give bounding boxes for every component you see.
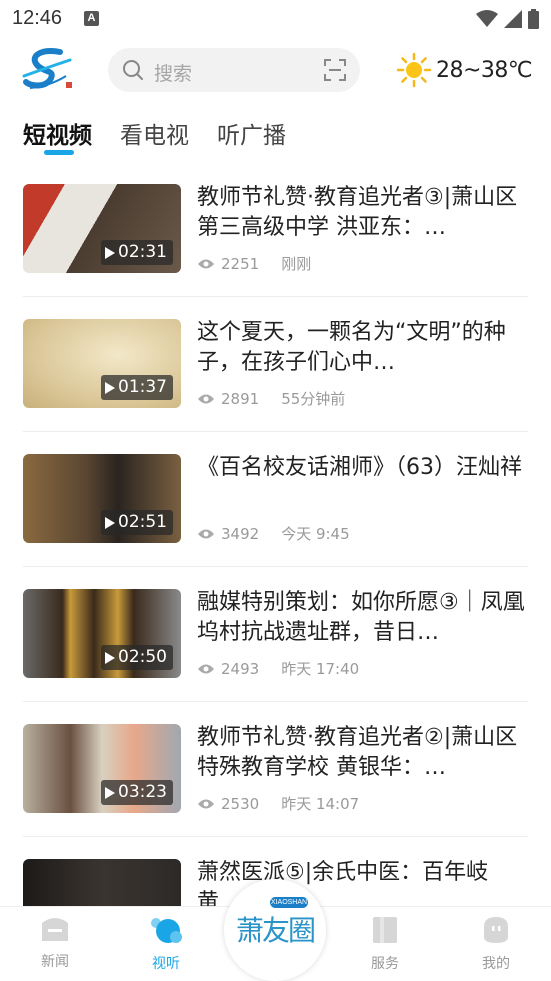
publish-time: 昨天 14:07 <box>281 795 360 813</box>
publish-time: 昨天 17:40 <box>281 660 360 678</box>
status-icons <box>476 8 539 30</box>
eye-icon <box>198 259 214 268</box>
nav-mine[interactable]: 我的 <box>456 915 536 973</box>
xiaoyouquan-button[interactable]: XIAOSHAN 萧友圈 <box>224 879 326 981</box>
play-icon <box>105 516 115 529</box>
duration-badge: 01:37 <box>101 375 173 400</box>
battery-icon <box>528 9 539 29</box>
video-thumbnail[interactable]: 02:51 <box>23 454 181 543</box>
video-thumbnail[interactable]: 02:50 <box>23 589 181 678</box>
video-title[interactable]: 融媒特别策划：如你所愿③｜凤凰坞村抗战遗址群，昔日… <box>197 588 532 648</box>
signal-icon <box>504 10 522 28</box>
video-thumbnail[interactable]: 03:23 <box>23 724 181 813</box>
view-count: 2493 <box>221 659 260 678</box>
video-thumbnail[interactable]: 02:31 <box>23 184 181 273</box>
eye-icon <box>198 394 214 403</box>
sun-icon <box>396 52 432 88</box>
eye-icon <box>198 529 214 538</box>
publish-time: 今天 9:45 <box>281 525 350 543</box>
tab-tv[interactable]: 看电视 <box>120 116 189 150</box>
duration-text: 02:31 <box>118 242 167 262</box>
play-icon <box>105 651 115 664</box>
video-meta: 2493 昨天 17:40 <box>197 658 359 679</box>
video-title[interactable]: 《百名校友话湘师》（63）汪灿祥 <box>197 453 532 483</box>
nav-service-label: 服务 <box>371 956 399 972</box>
search-placeholder: 搜索 <box>154 63 193 85</box>
center-badge: XIAOSHAN <box>270 897 308 908</box>
video-item[interactable]: 02:50 融媒特别策划：如你所愿③｜凤凰坞村抗战遗址群，昔日… 2493 昨天… <box>0 567 551 702</box>
duration-text: 02:51 <box>118 512 167 532</box>
nav-service[interactable]: 服务 <box>345 915 425 973</box>
view-count: 3492 <box>221 524 260 543</box>
video-title[interactable]: 这个夏天，一颗名为“文明”的种子，在孩子们心中… <box>197 318 532 378</box>
play-icon <box>105 381 115 394</box>
top-bar: 搜索 28~38℃ <box>0 42 551 98</box>
view-count: 2891 <box>221 389 260 408</box>
wifi-icon <box>476 10 498 27</box>
eye-icon <box>198 799 214 808</box>
video-thumbnail[interactable]: 01:37 <box>23 319 181 408</box>
weather-widget[interactable]: 28~38℃ <box>396 48 533 92</box>
duration-text: 02:50 <box>118 647 167 667</box>
av-icon <box>151 918 182 943</box>
weather-temperature: 28~38℃ <box>436 57 533 83</box>
video-feed[interactable]: 02:31 教师节礼赞·教育追光者③|萧山区第三高级中学 洪亚东：… 2251 … <box>0 162 551 906</box>
view-count: 2530 <box>221 794 260 813</box>
video-meta: 2251 刚刚 <box>197 253 311 274</box>
scan-icon[interactable] <box>324 59 346 81</box>
notification-icon: A <box>84 11 99 26</box>
status-bar: 12:46 A <box>0 0 551 38</box>
media-tabs: 短视频 看电视 听广播 <box>0 112 551 160</box>
center-label: 萧友圈 <box>235 914 316 947</box>
duration-badge: 03:23 <box>101 780 173 805</box>
video-item[interactable]: 02:51 《百名校友话湘师》（63）汪灿祥 3492 今天 9:45 <box>0 432 551 567</box>
eye-icon <box>198 664 214 673</box>
view-count: 2251 <box>221 254 260 273</box>
play-icon <box>105 786 115 799</box>
profile-icon <box>484 917 508 943</box>
tab-short-video[interactable]: 短视频 <box>23 116 92 150</box>
duration-badge: 02:51 <box>101 510 173 535</box>
tab-indicator <box>44 150 74 155</box>
tab-radio[interactable]: 听广播 <box>217 116 286 150</box>
service-icon <box>373 917 397 943</box>
nav-av[interactable]: 视听 <box>126 915 206 973</box>
publish-time: 刚刚 <box>281 255 312 273</box>
app-logo[interactable] <box>20 46 76 94</box>
video-item[interactable]: 02:31 教师节礼赞·教育追光者③|萧山区第三高级中学 洪亚东：… 2251 … <box>0 162 551 297</box>
status-time: 12:46 <box>12 7 63 29</box>
video-meta: 2891 55分钟前 <box>197 388 345 409</box>
duration-text: 03:23 <box>118 782 167 802</box>
video-thumbnail[interactable] <box>23 859 181 906</box>
bottom-nav: 新闻 视听 XIAOSHAN 萧友圈 服务 我的 <box>0 879 551 981</box>
news-icon <box>42 918 68 941</box>
nav-mine-label: 我的 <box>482 956 510 972</box>
play-icon <box>105 246 115 259</box>
nav-news[interactable]: 新闻 <box>15 915 95 971</box>
search-bar[interactable]: 搜索 <box>108 48 360 92</box>
duration-badge: 02:31 <box>101 240 173 265</box>
duration-text: 01:37 <box>118 377 167 397</box>
video-item[interactable]: 03:23 教师节礼赞·教育追光者②|萧山区特殊教育学校 黄银华：… 2530 … <box>0 702 551 837</box>
video-title[interactable]: 教师节礼赞·教育追光者③|萧山区第三高级中学 洪亚东：… <box>197 183 532 243</box>
search-icon <box>123 60 143 80</box>
video-meta: 2530 昨天 14:07 <box>197 793 359 814</box>
duration-badge: 02:50 <box>101 645 173 670</box>
publish-time: 55分钟前 <box>281 390 346 408</box>
nav-av-label: 视听 <box>152 956 180 972</box>
video-title[interactable]: 教师节礼赞·教育追光者②|萧山区特殊教育学校 黄银华：… <box>197 723 532 783</box>
video-item[interactable]: 01:37 这个夏天，一颗名为“文明”的种子，在孩子们心中… 2891 55分钟… <box>0 297 551 432</box>
nav-news-label: 新闻 <box>41 954 69 970</box>
video-meta: 3492 今天 9:45 <box>197 523 350 544</box>
